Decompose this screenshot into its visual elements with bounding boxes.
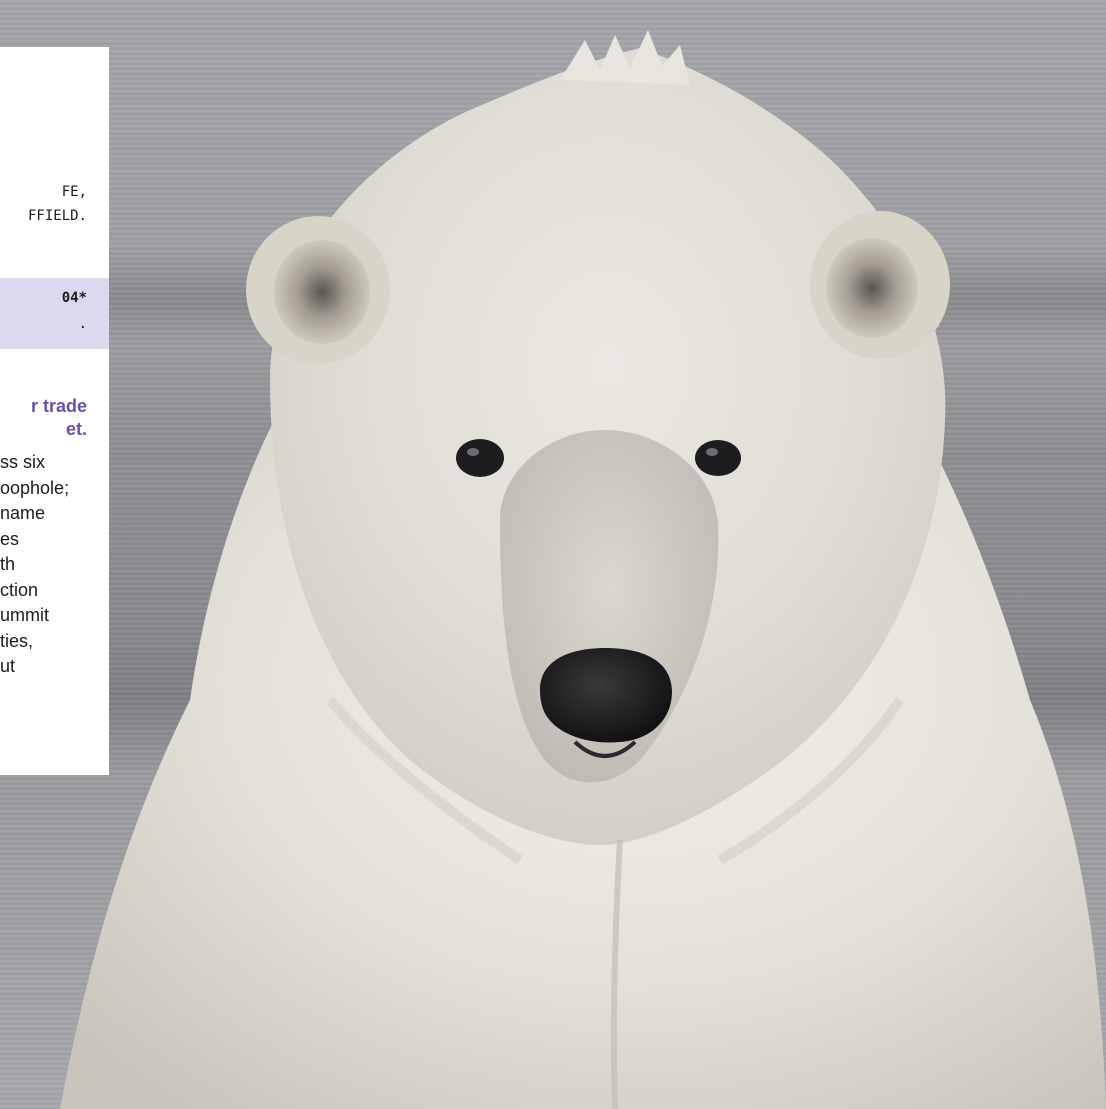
body-line: ummit — [0, 605, 49, 625]
polar-bear-photo — [60, 30, 1106, 1109]
body-line: th — [0, 554, 16, 574]
headline-line: r trade — [30, 396, 87, 416]
issue-tag-number: 04* — [61, 290, 87, 306]
headline-line: et. — [65, 419, 87, 439]
right-eye — [695, 440, 741, 476]
article-view: FE, FFIELD. 04* . r trade et. ss six oop… — [0, 0, 1106, 1109]
body-line: ties, — [0, 630, 34, 651]
issue-tag-label: . — [78, 316, 87, 332]
body-line: oophole; — [0, 477, 70, 498]
body-line: ss six — [0, 452, 45, 472]
photo-credit-line: FFIELD. — [27, 208, 87, 224]
article-card: FE, FFIELD. 04* . r trade et. ss six oop… — [0, 47, 109, 775]
issue-tag: 04* . — [0, 278, 109, 349]
body-line: ction — [0, 579, 39, 600]
article-card-content: FE, FFIELD. 04* . r trade et. ss six oop… — [0, 47, 109, 775]
photo-credit-line: FE, — [61, 184, 87, 200]
body-line: ut — [0, 656, 16, 676]
article-body: ss six oophole; name es th ction ummit t… — [0, 450, 97, 680]
left-eye — [456, 439, 504, 477]
body-line: name — [0, 503, 46, 523]
bear-nose — [540, 648, 672, 743]
body-line: es — [0, 528, 20, 549]
article-headline: r trade et. — [31, 395, 87, 441]
